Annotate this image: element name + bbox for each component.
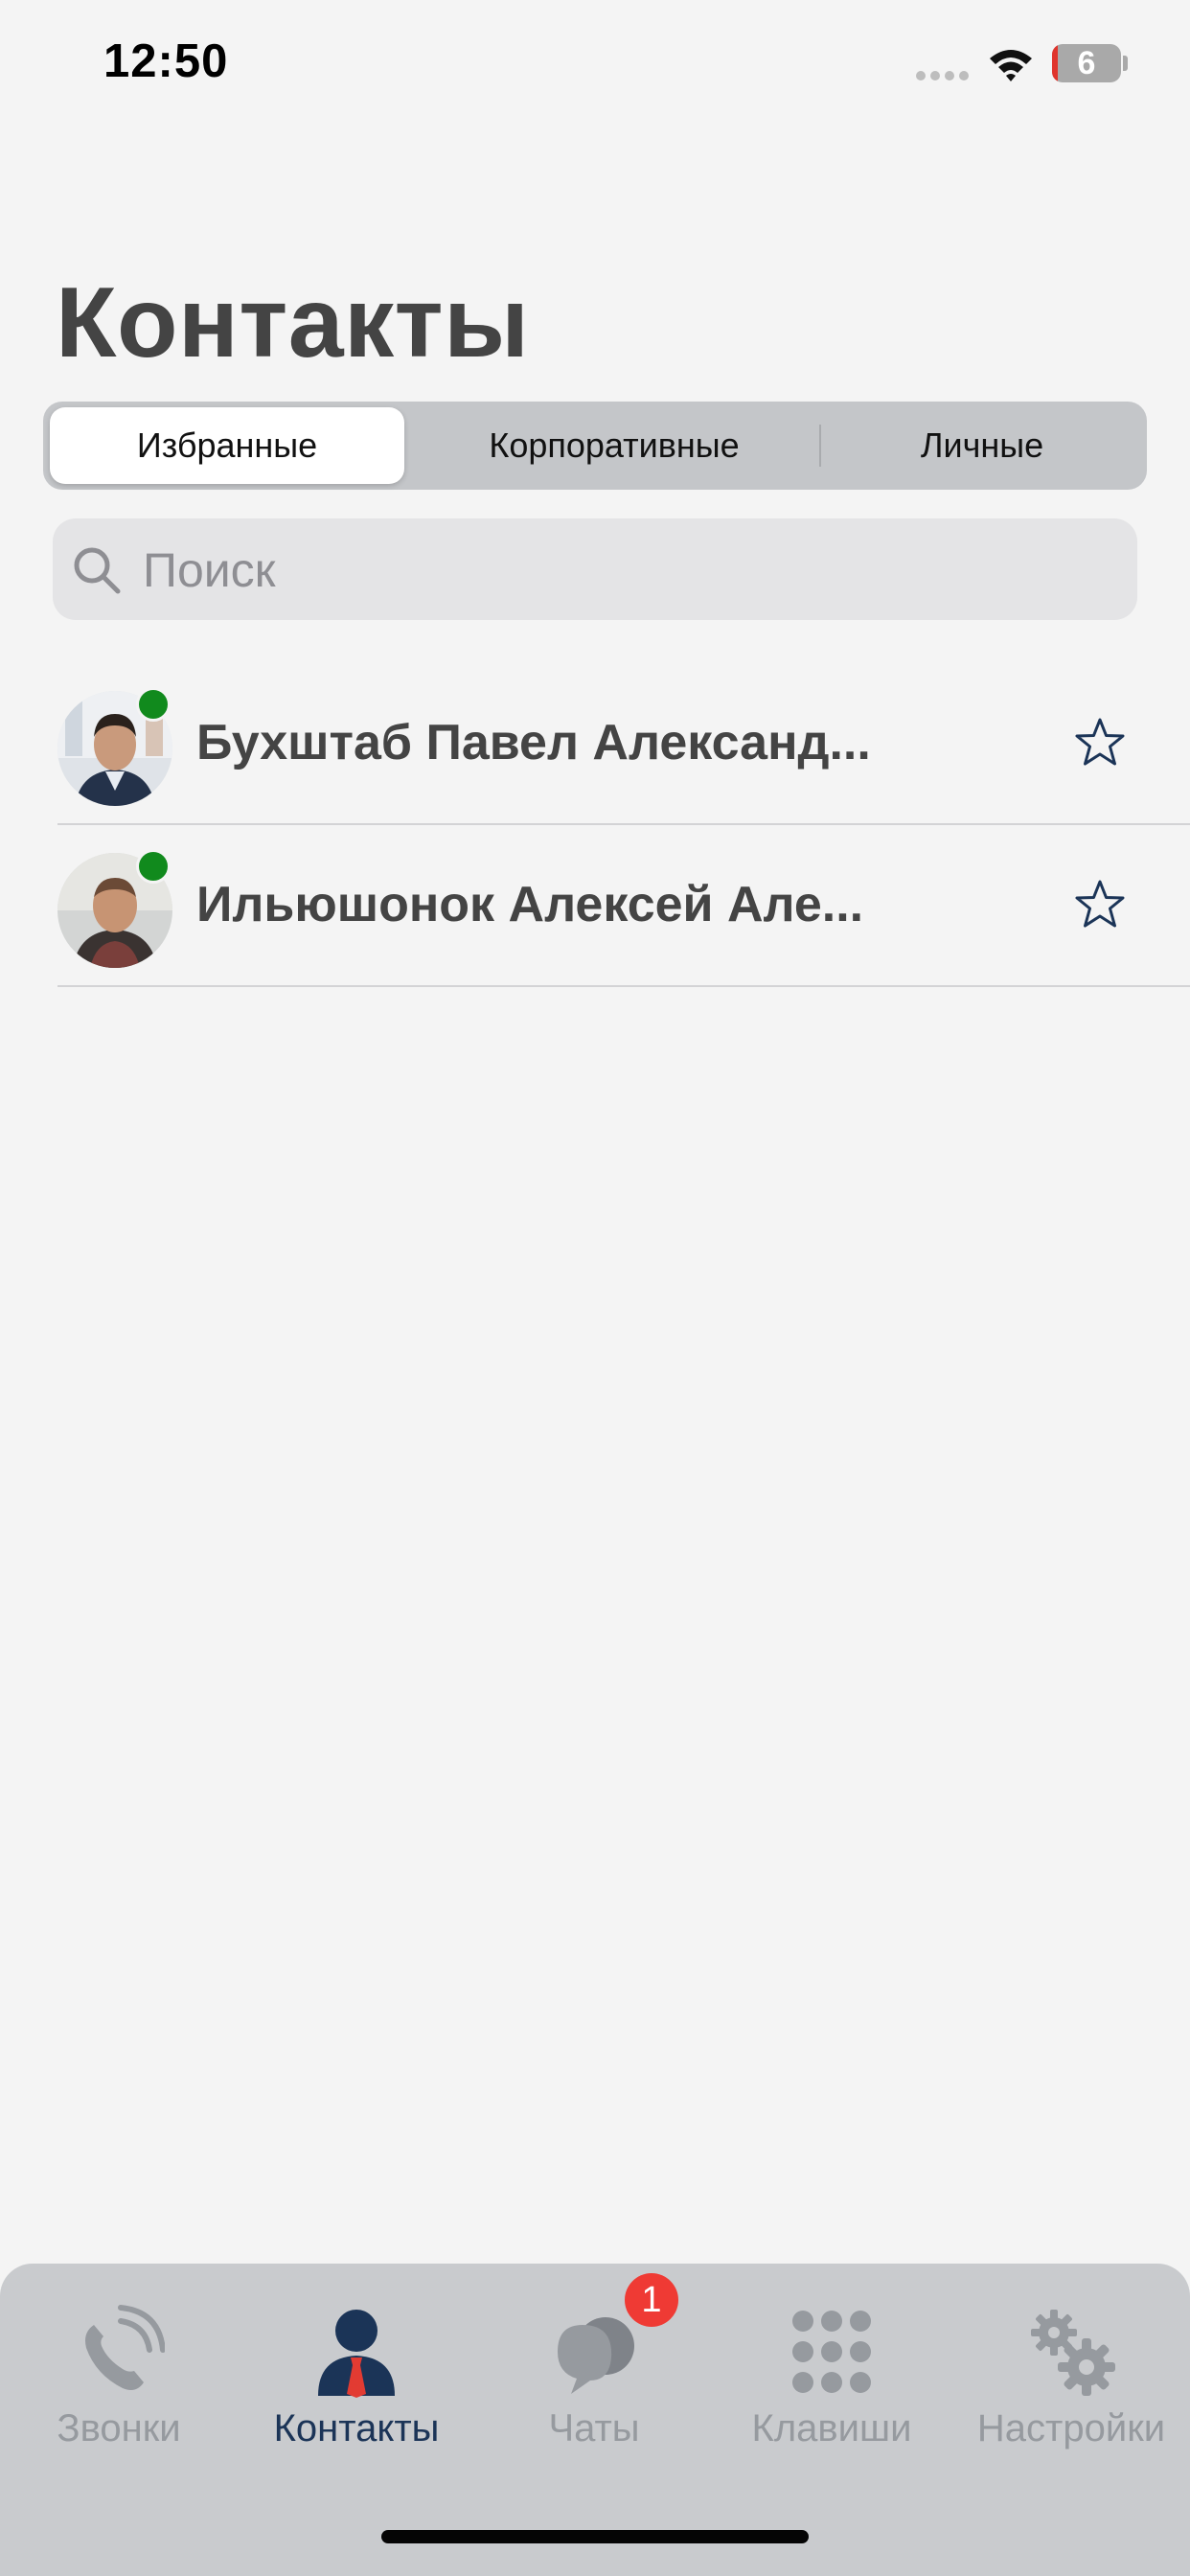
battery-icon: 6 [1052, 44, 1121, 82]
page-title: Контакты [56, 267, 530, 379]
phone-icon [85, 2305, 165, 2390]
person-icon [318, 2310, 395, 2398]
tab-calls[interactable]: Звонки [0, 2264, 238, 2484]
battery-level: 6 [1077, 44, 1096, 81]
segment-personal[interactable]: Личные [823, 407, 1141, 484]
tab-label: Звонки [57, 2407, 181, 2450]
tab-label: Настройки [976, 2407, 1166, 2450]
tab-contacts[interactable]: Контакты [238, 2264, 475, 2484]
segment-favorites[interactable]: Избранные [50, 407, 404, 484]
tab-label: Клавиши [751, 2407, 912, 2450]
segment-divider [819, 425, 821, 467]
home-indicator[interactable] [381, 2530, 809, 2543]
contact-row[interactable]: Бухштаб Павел Александ... [0, 664, 1190, 825]
row-divider [57, 823, 1190, 825]
battery-tip [1123, 56, 1128, 71]
wifi-icon [990, 50, 1032, 81]
contact-name: Бухштаб Павел Александ... [196, 715, 871, 770]
contact-name: Ильюшонок Алексей Але... [196, 877, 864, 932]
contacts-filter-segmented-control: Избранные Корпоративные Личные [43, 402, 1147, 490]
row-divider [57, 985, 1190, 987]
keypad-icon [792, 2311, 871, 2393]
tab-settings[interactable]: Настройки [952, 2264, 1190, 2484]
status-time: 12:50 [103, 35, 229, 87]
cellular-signal-icon [916, 71, 969, 80]
presence-online-indicator [136, 849, 171, 884]
search-bar[interactable] [53, 518, 1137, 622]
favorite-star-icon[interactable] [1073, 716, 1127, 770]
segment-corporate[interactable]: Корпоративные [411, 407, 817, 484]
search-icon [74, 547, 121, 594]
tab-keypad[interactable]: Клавиши [713, 2264, 950, 2484]
presence-online-indicator [136, 687, 171, 722]
contact-row[interactable]: Ильюшонок Алексей Але... [0, 826, 1190, 987]
favorite-star-icon[interactable] [1073, 878, 1127, 932]
status-bar: 12:50 6 [0, 0, 1190, 134]
unread-badge: 1 [625, 2273, 678, 2327]
tab-label: Контакты [273, 2407, 440, 2450]
chat-bubbles-icon [558, 2317, 634, 2394]
gears-icon [1031, 2310, 1115, 2396]
tab-label: Чаты [548, 2407, 640, 2450]
search-input[interactable] [141, 518, 1122, 622]
